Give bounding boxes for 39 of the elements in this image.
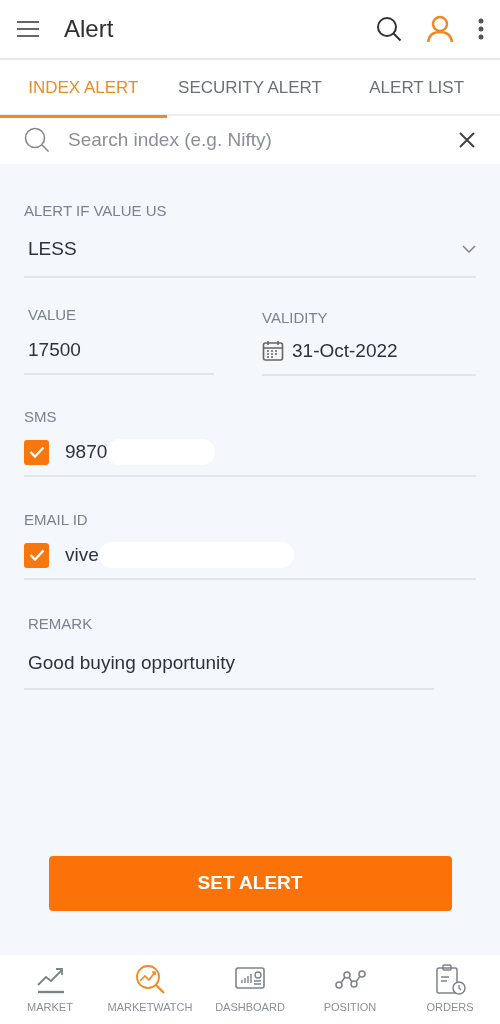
contact-value: 9870 [65,440,108,464]
search-button[interactable] [376,16,402,42]
field-label: VALUE [27,304,78,325]
date-value: 31-Oct-2022 [292,339,398,363]
dropdown-value: LESS [28,236,77,261]
nav-item[interactable]: ORDERS [400,955,500,1024]
field-label: ALERT IF VALUE US [24,201,168,221]
tab[interactable]: ALERT LIST [333,60,500,116]
date-field[interactable]: 31-Oct-2022 [262,329,476,376]
tab[interactable]: SECURITY ALERT [166,60,334,116]
search-bar[interactable]: Search index (e.g. Nifty) [0,116,500,164]
field-label: VALIDITY [262,307,329,328]
checkbox[interactable] [24,439,49,465]
chevron-down-icon [462,245,476,253]
search-field[interactable]: Search index (e.g. Nifty) [66,124,442,156]
menu-icon[interactable] [16,20,40,38]
user-icon [426,15,454,43]
contact-value: vive [65,543,99,567]
set-alert-button[interactable]: SET ALERT [48,855,452,911]
calendar-icon [262,340,284,363]
nav-item[interactable]: POSITION [300,955,400,1024]
search-icon [24,127,50,153]
remark-field[interactable]: Good buying opportunity [24,635,434,690]
nav-item[interactable]: MARKET [0,955,100,1024]
check-icon [28,549,45,562]
field-label: SMS [24,406,58,427]
nav-item[interactable]: MARKETWATCH [100,955,200,1024]
page-title: Alert [64,14,115,44]
more-icon[interactable] [478,18,484,40]
nav-item[interactable]: DASHBOARD [200,955,300,1024]
close-icon[interactable] [458,131,476,149]
condition-dropdown[interactable]: LESS [24,222,476,278]
checkbox[interactable] [24,542,49,568]
search-icon [376,16,402,42]
tab[interactable]: INDEX ALERT [0,60,167,116]
field-label: EMAIL ID [24,509,89,530]
field-label: REMARK [27,613,94,634]
value-field[interactable]: 17500 [24,326,214,375]
check-icon [28,446,45,459]
